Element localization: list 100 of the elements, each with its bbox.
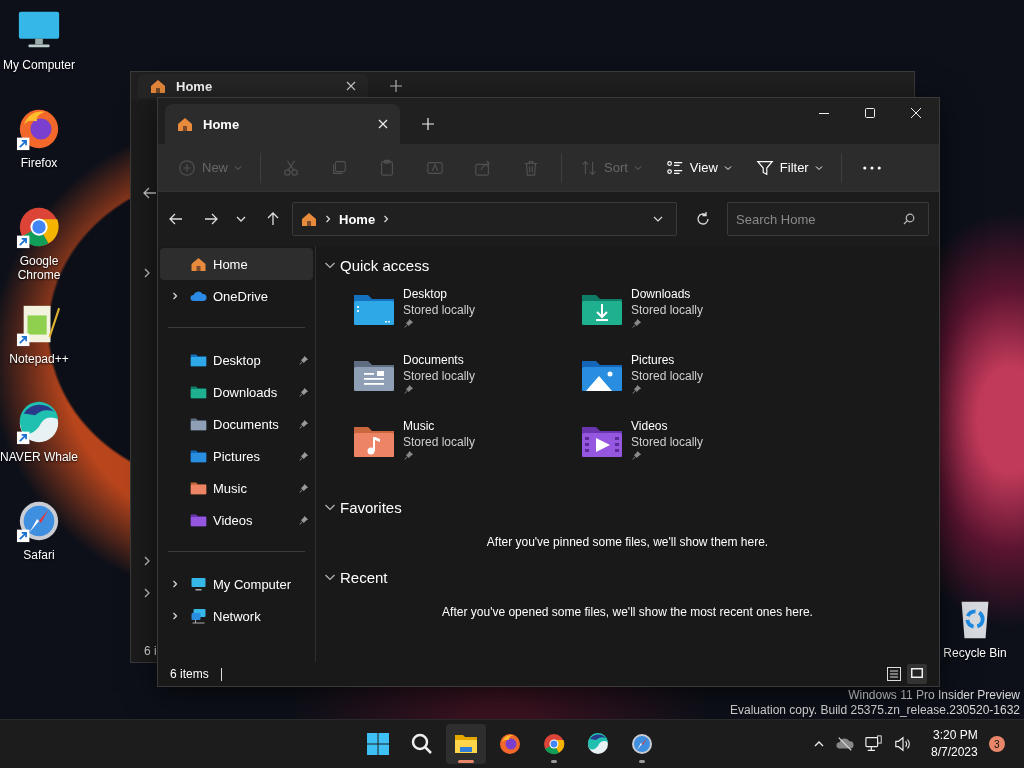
chevron-right-icon <box>324 215 332 223</box>
maximize-icon <box>865 108 875 118</box>
taskbar-app-button[interactable] <box>446 724 486 764</box>
notification-badge[interactable]: 3 <box>988 736 1005 752</box>
desktop-shortcut[interactable]: Safari <box>0 498 78 590</box>
chevron-right-icon[interactable] <box>171 580 179 588</box>
folder-location: Stored locally <box>631 368 704 384</box>
whale-logo-icon <box>586 732 610 756</box>
desktop-shortcut[interactable]: Google Chrome <box>0 204 78 296</box>
navigation-item[interactable]: Downloads <box>160 376 313 408</box>
folder-name: Music <box>403 418 435 434</box>
navigation-item[interactable]: Network <box>160 600 313 632</box>
search-field[interactable]: Search Home <box>727 202 929 236</box>
clock-date: 8/7/2023 <box>931 744 978 761</box>
clock-button[interactable]: 3:20 PM 8/7/2023 <box>931 727 978 761</box>
folder-icon <box>190 416 207 432</box>
folder-icon <box>454 732 478 756</box>
background-window-tab[interactable]: Home <box>138 74 368 98</box>
navigation-item[interactable]: Home <box>160 248 313 280</box>
empty-message: After you've opened some files, we'll show the most recent ones here. <box>441 605 814 619</box>
chevron-right-icon[interactable] <box>171 292 179 300</box>
window-tab[interactable]: Home <box>165 104 400 144</box>
toolbar-button[interactable]: View <box>657 150 740 185</box>
pin-icon[interactable] <box>298 354 309 366</box>
desktop-shortcut[interactable]: Notepad++ <box>0 302 78 394</box>
minimize-icon <box>819 112 829 114</box>
pin-icon[interactable] <box>298 418 309 430</box>
tiles-icon <box>910 667 924 681</box>
clock-time: 3:20 PM <box>933 727 978 744</box>
chevron-right-icon[interactable] <box>142 556 152 566</box>
address-bar[interactable]: Home <box>292 202 677 236</box>
chevron-right-icon[interactable] <box>142 268 152 278</box>
forward-arrow-icon[interactable] <box>203 211 219 227</box>
folder-name: Pictures <box>631 352 675 368</box>
house-icon <box>301 211 317 227</box>
back-arrow-icon[interactable] <box>142 185 158 201</box>
section-header[interactable]: Favorites <box>324 496 402 518</box>
navigation-item[interactable]: Music <box>160 472 313 504</box>
status-text: 6 i <box>144 644 157 658</box>
system-notice-text: Evaluation copy. Build 25375.zn_release.230520-1632 <box>730 703 1020 718</box>
desktop-shortcut[interactable]: NAVER Whale <box>0 400 78 492</box>
folder-location: Stored locally <box>631 302 704 318</box>
back-arrow-icon[interactable] <box>168 211 184 227</box>
item-count: 6 items <box>170 667 209 681</box>
folder-icon <box>190 480 207 496</box>
navigation-item[interactable]: My Computer <box>160 568 313 600</box>
folder-icon <box>190 512 207 528</box>
section-header[interactable]: Quick access <box>324 254 430 276</box>
pin-icon[interactable] <box>298 482 309 494</box>
pin-icon[interactable] <box>298 450 309 462</box>
monitor-icon <box>190 576 207 592</box>
list-icon <box>887 667 901 681</box>
pin-icon[interactable] <box>298 514 309 526</box>
house-icon <box>177 116 193 132</box>
folder-icon <box>190 352 207 368</box>
folder-tile[interactable]: Videos Stored locally <box>580 416 808 482</box>
navigation-item[interactable]: Desktop <box>160 344 313 376</box>
refresh-icon[interactable] <box>695 211 711 227</box>
folder-tile[interactable]: Music Stored locally <box>352 416 580 482</box>
navigation-item[interactable]: Videos <box>160 504 313 536</box>
section-header[interactable]: Recent <box>324 566 388 588</box>
folder-tile[interactable]: Pictures Stored locally <box>580 350 808 416</box>
folder-name: Desktop <box>403 286 448 302</box>
system-notice-text: Windows 11 Pro Insider Preview <box>848 688 1020 703</box>
folder-tile[interactable]: Desktop Stored locally <box>352 284 580 350</box>
folder-name: Documents <box>403 352 464 368</box>
details-view-button[interactable] <box>884 664 904 684</box>
search-icon <box>410 732 434 756</box>
desktop-shortcut[interactable]: Firefox <box>0 106 78 198</box>
folder-location: Stored locally <box>403 434 476 450</box>
up-arrow-icon[interactable] <box>265 211 281 227</box>
pin-icon[interactable] <box>298 386 309 398</box>
folder-tile[interactable]: Downloads Stored locally <box>580 284 808 350</box>
chevron-right-icon[interactable] <box>171 612 179 620</box>
search-icon[interactable] <box>903 213 915 225</box>
tab-title: Home <box>176 78 214 94</box>
folder-location: Stored locally <box>403 368 476 384</box>
cloud-icon[interactable] <box>836 735 854 753</box>
start-grid-icon <box>366 732 390 756</box>
compass-icon <box>630 732 654 756</box>
desktop-shortcut[interactable]: My Computer <box>0 8 78 100</box>
empty-message: After you've pinned some files, we'll show them here. <box>485 535 770 549</box>
navigation-item[interactable]: OneDrive <box>160 280 313 312</box>
close-icon <box>911 108 921 118</box>
close-icon[interactable] <box>346 81 356 91</box>
volume-icon[interactable] <box>894 735 912 753</box>
tiles-view-button[interactable] <box>907 664 927 684</box>
navigation-item[interactable]: Pictures <box>160 440 313 472</box>
chevron-right-icon <box>382 215 391 223</box>
chevron-right-icon[interactable] <box>142 588 152 598</box>
navigation-item[interactable]: Documents <box>160 408 313 440</box>
breadcrumb-link[interactable]: Home <box>339 211 376 227</box>
toolbar-button[interactable]: Filter <box>747 150 831 185</box>
folder-tile[interactable]: Documents Stored locally <box>352 350 580 416</box>
browser-logo-icon <box>498 732 522 756</box>
network-icon[interactable] <box>865 735 883 753</box>
folder-name: Videos <box>631 418 668 434</box>
new-tab-icon[interactable] <box>390 80 402 92</box>
tab-title: Home <box>203 116 241 132</box>
browser-logo-icon <box>542 732 566 756</box>
